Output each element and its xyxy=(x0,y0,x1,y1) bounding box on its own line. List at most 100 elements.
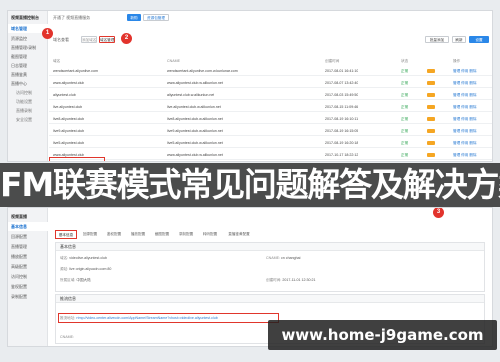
tab-basic[interactable]: 基本信息 xyxy=(55,230,77,239)
cname-cell: wendscertant.aliyunlive.com.w.kunlunar.c… xyxy=(167,69,238,73)
title-banner: FM联赛模式常见问题解答及解决方案汇总 xyxy=(0,163,500,207)
status-tag xyxy=(427,93,435,97)
status-tag xyxy=(427,69,435,73)
tab-snapshot[interactable]: 截图配置 xyxy=(151,230,173,239)
status-cell: 正常 xyxy=(401,117,409,121)
table-row: wendscertant.aliyunlive.com wendscertant.… xyxy=(49,66,492,76)
sidebar-item-live-manage[interactable]: 直播管理 xyxy=(8,242,48,251)
domain-cell: aliyuntest.club xyxy=(53,93,76,97)
sidebar-item-features[interactable]: 功能设置 xyxy=(8,97,48,106)
table-row: live9.aliyuntest.club live9.aliyuntest.cl… xyxy=(49,126,492,136)
actions-cell[interactable]: 管理 停用 删除 xyxy=(453,114,477,124)
buy-button[interactable]: 新购 xyxy=(127,14,141,21)
sidebar-item-live-record[interactable]: 直播录制 xyxy=(8,106,48,115)
cname-cell: live5.aliyuntest.club.w.alikunlun.net xyxy=(167,141,223,145)
watermark: www.home-j9game.com xyxy=(268,320,497,350)
domain-cell: wendscertant.aliyunlive.com xyxy=(53,69,98,73)
created-cell: 2017-08-07 13:42:40 xyxy=(325,81,359,85)
source-value: live origin.aliyucdn.com:80 xyxy=(69,267,112,271)
step-marker-2: 2 xyxy=(121,33,132,44)
sidebar-item-security[interactable]: 安全设置 xyxy=(8,115,48,124)
actions-cell[interactable]: 管理 停用 删除 xyxy=(453,138,477,148)
sidebar-title: 视频直播控制台 xyxy=(11,15,39,20)
sidebar-item-recording[interactable]: 录制配置 xyxy=(8,292,48,301)
col-domain: 域名 xyxy=(53,59,61,63)
status-cell: 正常 xyxy=(401,81,409,85)
status-tag xyxy=(427,117,435,121)
cname-cell: aliyuntest.club.w.alikunlun.net xyxy=(167,93,215,97)
cname-cell: www.aliyuntest.club.w.alikunlun.net xyxy=(167,153,223,157)
step-marker-3: 3 xyxy=(433,208,444,218)
sidebar-item-origin[interactable]: 回源配置 xyxy=(8,232,48,241)
status-cell: 正常 xyxy=(401,93,409,97)
actions-cell[interactable]: 管理 停用 删除 xyxy=(453,126,477,136)
tab-record[interactable]: 录制配置 xyxy=(175,230,197,239)
add-domain-button[interactable]: 添加域名 xyxy=(81,36,97,43)
created-cell: 2017-08-19 16:15:05 xyxy=(325,129,359,133)
tab-origin[interactable]: 回源配置 xyxy=(79,230,101,239)
sidebar-item-play[interactable]: 播放配置 xyxy=(8,252,48,261)
domain-value: videolive.aliyuntest.club xyxy=(69,256,107,260)
sidebar-item-advanced[interactable]: 高级配置 xyxy=(8,262,48,271)
sidebar-item-access[interactable]: 访问控制 xyxy=(8,272,48,281)
status-tag xyxy=(427,153,435,157)
created-cell: 2017-08-19 16:20:18 xyxy=(325,141,359,145)
sidebar-item-record[interactable]: 直播管理/录制 xyxy=(8,43,48,52)
tab-transcode[interactable]: 转码配置 xyxy=(199,230,221,239)
banner-title: FM联赛模式常见问题解答及解决方案汇总 xyxy=(0,165,500,204)
status-cell: 正常 xyxy=(401,105,409,109)
status-cell: 正常 xyxy=(401,69,409,73)
status-cell: 正常 xyxy=(401,141,409,145)
actions-cell[interactable]: 管理 停用 删除 xyxy=(453,150,477,160)
status-cell: 正常 xyxy=(401,153,409,157)
cname-row: CNAME: cn changhai xyxy=(266,256,301,260)
status-tag xyxy=(427,141,435,145)
cname-value: cn changhai xyxy=(280,256,301,260)
domain-cell: live8.aliyuntest.club xyxy=(53,117,85,121)
actions-cell[interactable]: 管理 停用 删除 xyxy=(453,66,477,76)
sidebar-item-moderation[interactable]: 直播鉴黄 xyxy=(8,70,48,79)
sidebar-item-basic[interactable]: 基本信息 xyxy=(8,222,48,231)
table-row: aliyuntest.club aliyuntest.club.w.alikunl… xyxy=(49,90,492,100)
created-cell: 2017-08-15 11:09:46 xyxy=(325,105,359,109)
tab-play[interactable]: 播放配置 xyxy=(127,230,149,239)
sidebar-item-logs[interactable]: 日志管理 xyxy=(8,61,48,70)
watermark-text: www.home-j9game.com xyxy=(281,326,484,344)
source-row: 源站: live origin.aliyucdn.com:80 xyxy=(60,267,112,271)
created-cell: 2017-08-19 16:10:11 xyxy=(325,117,359,121)
domain-cell: www.aliyuntest.club xyxy=(53,81,85,85)
status-cell: 正常 xyxy=(401,129,409,133)
cname-cell: live8.aliyuntest.club.w.alikunlun.net xyxy=(167,117,223,121)
col-created: 创建时间 xyxy=(325,59,340,63)
push-cname-row: CNAME: xyxy=(60,335,74,339)
actions-cell[interactable]: 管理 停用 删除 xyxy=(453,78,477,88)
region-row: 所属区域: 中国大陆 xyxy=(60,278,91,282)
sidebar-title: 视频直播 xyxy=(11,214,27,219)
tab-auth[interactable]: 鉴权配置 xyxy=(103,230,125,239)
tab-moderation[interactable]: 直播鉴黄配置 xyxy=(223,230,255,239)
batch-add-button[interactable]: 批量添加 xyxy=(425,36,449,43)
refresh-button[interactable]: 刷新 xyxy=(452,36,466,43)
sidebar-item-access[interactable]: 访问控制 xyxy=(8,88,48,97)
actions-cell[interactable]: 管理 停用 删除 xyxy=(453,90,477,100)
created-value: 2017-11-01 12:30:21 xyxy=(282,278,316,282)
sidebar-item-center[interactable]: 直播中心 xyxy=(8,79,48,88)
cname-cell: live9.aliyuntest.club.w.alikunlun.net xyxy=(167,129,223,133)
hint-text: 开通了 视频直播服务 xyxy=(53,15,91,20)
sidebar-item-snapshot[interactable]: 截图管理 xyxy=(8,52,48,61)
push-info-title: 推流信息 xyxy=(56,295,484,303)
actions-cell[interactable]: 管理 停用 删除 xyxy=(453,102,477,112)
col-status: 状态 xyxy=(401,59,409,63)
table-row: live5.aliyuntest.club live5.aliyuntest.cl… xyxy=(49,138,492,148)
settings-button[interactable]: 设置 xyxy=(469,36,489,43)
package-button[interactable]: 资源包管理 xyxy=(143,14,169,21)
sidebar-item-auth[interactable]: 鉴权配置 xyxy=(8,282,48,291)
table-row: www.aliyuntest.club www.aliyuntest.club.w… xyxy=(49,150,492,160)
cname-cell: live.aliyuntest.club.w.alikunlun.net xyxy=(167,105,221,109)
cname-cell: www.aliyuntest.club.w.alikunlun.net xyxy=(167,81,223,85)
sidebar: 视频直播 基本信息 回源配置 直播管理 播放配置 高级配置 访问控制 鉴权配置 … xyxy=(8,208,48,346)
domain-cell: live.aliyuntest.club xyxy=(53,105,83,109)
created-cell: 2017-10-17 18:22:12 xyxy=(325,153,359,157)
table-row: live.aliyuntest.club live.aliyuntest.club… xyxy=(49,102,492,112)
manage-domain-button[interactable]: 域名管理 xyxy=(99,36,115,43)
